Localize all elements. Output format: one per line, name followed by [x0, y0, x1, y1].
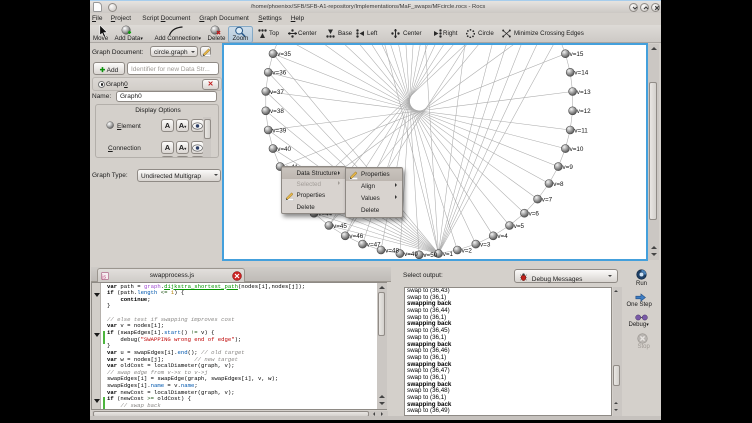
svg-text:v=37: v=37	[270, 89, 284, 96]
svg-text:v=7: v=7	[542, 197, 553, 204]
svg-text:v=46: v=46	[349, 233, 363, 240]
svg-text:v=13: v=13	[577, 89, 591, 96]
svg-text:v=35: v=35	[277, 51, 291, 58]
svg-text:v=14: v=14	[574, 70, 588, 77]
svg-text:v=47: v=47	[367, 242, 381, 249]
svg-text:v=49: v=49	[404, 251, 418, 258]
svg-text:v=4: v=4	[497, 233, 508, 240]
svg-text:v=48: v=48	[385, 247, 399, 254]
svg-text:v=9: v=9	[563, 164, 574, 171]
svg-text:v=8: v=8	[553, 181, 564, 188]
svg-text:v=1: v=1	[443, 251, 454, 258]
svg-text:v=6: v=6	[529, 211, 540, 218]
svg-text:v=50: v=50	[423, 252, 437, 259]
svg-text:v=12: v=12	[577, 108, 591, 115]
svg-text:v=11: v=11	[574, 127, 588, 134]
svg-text:v=5: v=5	[514, 223, 525, 230]
svg-text:v=45: v=45	[333, 223, 347, 230]
svg-text:v=10: v=10	[570, 146, 584, 153]
svg-text:v=38: v=38	[270, 108, 284, 115]
svg-text:v=36: v=36	[272, 70, 286, 77]
svg-text:v=15: v=15	[570, 51, 584, 58]
svg-text:v=40: v=40	[277, 146, 291, 153]
svg-text:v=39: v=39	[272, 127, 286, 134]
svg-text:v=3: v=3	[480, 242, 491, 249]
svg-text:v=2: v=2	[462, 247, 473, 254]
